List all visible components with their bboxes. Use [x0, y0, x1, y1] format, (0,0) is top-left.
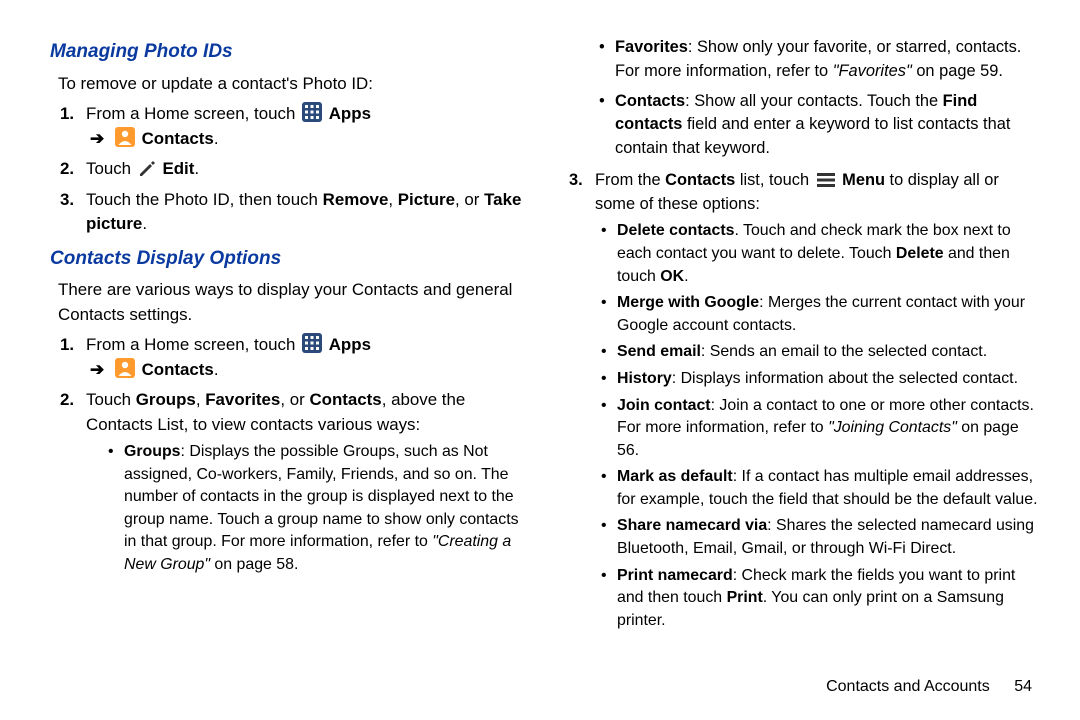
arrow-icon: ➔: [86, 360, 108, 379]
bullet-groups: • Groups: Displays the possible Groups, …: [108, 441, 531, 576]
contacts-list-label: Contacts: [665, 171, 735, 189]
contacts-icon: [115, 358, 135, 378]
bullet-mark-default: • Mark as default: If a contact has mult…: [601, 466, 1040, 511]
contacts-label: Contacts: [309, 390, 381, 409]
mark-default-label: Mark as default: [617, 468, 733, 485]
step-3-menu: 3. From the Contacts list, touch Menu to…: [569, 169, 1040, 632]
heading-contacts-display: Contacts Display Options: [50, 245, 531, 273]
remove-label: Remove: [323, 190, 389, 209]
step-2-photo: 2. Touch Edit.: [60, 157, 531, 182]
manual-page: Managing Photo IDs To remove or update a…: [0, 0, 1080, 720]
step-text: From the: [595, 171, 665, 189]
intro-text: There are various ways to display your C…: [58, 278, 531, 327]
heading-managing-photo-ids: Managing Photo IDs: [50, 38, 531, 66]
bullet-delete-contacts: • Delete contacts. Touch and check mark …: [601, 220, 1040, 288]
bullet-print-namecard: • Print namecard: Check mark the fields …: [601, 565, 1040, 633]
edit-label: Edit: [162, 159, 194, 178]
footer-section: Contacts and Accounts: [826, 678, 990, 695]
delete-label: Delete: [896, 245, 944, 262]
step-1-photo: 1. From a Home screen, touch Apps ➔ Cont…: [60, 102, 531, 151]
send-email-label: Send email: [617, 343, 701, 360]
step-text: list, touch: [735, 171, 813, 189]
merge-google-label: Merge with Google: [617, 294, 759, 311]
print-label: Print: [727, 589, 763, 606]
apps-label: Apps: [329, 104, 371, 123]
bullet-history: • History: Displays information about th…: [601, 368, 1040, 391]
step-text: From a Home screen, touch: [86, 104, 300, 123]
print-namecard-label: Print namecard: [617, 567, 733, 584]
groups-label: Groups: [124, 443, 181, 460]
favorites-label: Favorites: [615, 38, 688, 56]
bullet-merge-google: • Merge with Google: Merges the current …: [601, 292, 1040, 337]
contacts-label: Contacts: [142, 129, 214, 148]
contacts-icon: [115, 127, 135, 147]
share-namecard-label: Share namecard via: [617, 517, 767, 534]
step-3-photo: 3. Touch the Photo ID, then touch Remove…: [60, 188, 531, 237]
or-text: , or: [280, 390, 309, 409]
bullet-text: : Displays information about the selecte…: [672, 370, 1018, 387]
step-text: Touch: [86, 159, 136, 178]
bullet-favorites: • Favorites: Show only your favorite, or…: [599, 36, 1040, 84]
left-column: Managing Photo IDs To remove or update a…: [50, 30, 531, 632]
page-number: 54: [1014, 678, 1032, 695]
groups-label: Groups: [136, 390, 196, 409]
ok-label: OK: [660, 268, 684, 285]
history-label: History: [617, 370, 672, 387]
bullet-text: : Sends an email to the selected contact…: [701, 343, 987, 360]
contacts-label: Contacts: [615, 92, 685, 110]
menu-hamburger-icon: [816, 172, 836, 188]
bullet-text: : Show all your contacts. Touch the: [685, 92, 943, 110]
step-text: From a Home screen, touch: [86, 335, 300, 354]
step-text: Touch: [86, 390, 136, 409]
edit-pencil-icon: [138, 159, 156, 177]
menu-label: Menu: [842, 171, 885, 189]
arrow-icon: ➔: [86, 129, 108, 148]
intro-text: To remove or update a contact's Photo ID…: [58, 72, 531, 97]
contacts-label: Contacts: [142, 360, 214, 379]
ref-joining-contacts: "Joining Contacts": [828, 419, 957, 436]
step-text: Touch the Photo ID, then touch: [86, 190, 323, 209]
apps-grid-icon: [302, 333, 322, 353]
bullet-share-namecard: • Share namecard via: Shares the selecte…: [601, 515, 1040, 560]
ref-favorites: "Favorites": [833, 62, 912, 80]
bullet-contacts: • Contacts: Show all your contacts. Touc…: [599, 90, 1040, 161]
or-text: , or: [455, 190, 484, 209]
apps-label: Apps: [329, 335, 371, 354]
apps-grid-icon: [302, 102, 322, 122]
right-column: • Favorites: Show only your favorite, or…: [559, 30, 1040, 632]
delete-contacts-label: Delete contacts: [617, 222, 734, 239]
bullet-send-email: • Send email: Sends an email to the sele…: [601, 341, 1040, 364]
bullet-text: on page 59.: [912, 62, 1003, 80]
join-contact-label: Join contact: [617, 397, 711, 414]
picture-label: Picture: [398, 190, 455, 209]
bullet-text: on page 58.: [210, 556, 298, 573]
step-2-display: 2. Touch Groups, Favorites, or Contacts,…: [60, 388, 531, 576]
page-footer: Contacts and Accounts 54: [826, 678, 1032, 696]
step-1-display: 1. From a Home screen, touch Apps ➔ Cont…: [60, 333, 531, 382]
favorites-label: Favorites: [205, 390, 280, 409]
bullet-join-contact: • Join contact: Join a contact to one or…: [601, 395, 1040, 463]
